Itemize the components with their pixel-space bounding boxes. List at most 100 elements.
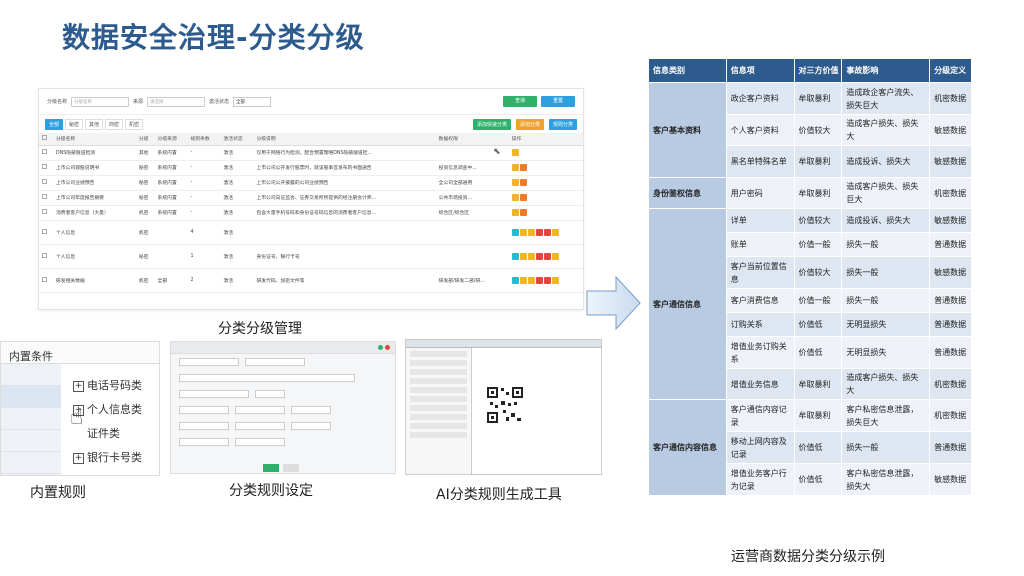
row-checkbox[interactable] <box>42 179 47 184</box>
delete-icon[interactable] <box>535 228 543 236</box>
level-cell: 机密数据 <box>929 399 972 432</box>
row-checkbox[interactable] <box>39 160 53 176</box>
confirm-button[interactable] <box>263 464 279 472</box>
delete-icon[interactable] <box>535 252 543 260</box>
table-row[interactable]: 个人信息 秘密 1 激活 身份证号、银行卡号 <box>39 244 583 269</box>
ops-cell[interactable] <box>508 190 583 206</box>
rule-class-button[interactable]: 规则分类 <box>548 118 577 130</box>
column-header[interactable]: 分级说明 <box>253 133 436 146</box>
row-checkbox[interactable] <box>42 228 47 234</box>
edit-icon[interactable] <box>511 164 519 171</box>
table-row[interactable]: DNS隐蔽隧道检测 其他 系统内置 - 激活 仅用于网络行为检测，配合预置策略DNS隐蔽隧… <box>39 145 583 161</box>
row-checkbox[interactable] <box>39 145 53 161</box>
row-checkbox[interactable] <box>42 252 47 258</box>
row-checkbox[interactable] <box>39 220 53 245</box>
row-checkbox[interactable] <box>42 164 47 169</box>
column-header[interactable]: 激活状态 <box>220 133 254 146</box>
status-select[interactable]: 全部 <box>233 96 272 107</box>
delete-icon[interactable] <box>543 252 551 260</box>
edit-icon[interactable] <box>551 276 559 284</box>
level-name-input[interactable]: 分级名称 <box>71 96 130 107</box>
view-icon[interactable] <box>511 252 519 260</box>
cancel-button[interactable] <box>283 464 299 472</box>
table-row[interactable]: 上市公司年度报告摘要 秘密 系统内置 - 激活 上市公司向证监会、证券交易所所提供的经注册… <box>39 190 583 206</box>
select-all-checkbox[interactable] <box>42 135 47 141</box>
edit-icon[interactable] <box>527 252 535 260</box>
edit-icon[interactable] <box>511 194 519 201</box>
caption-table: 运营商数据分类分级示例 <box>731 549 885 565</box>
ops-cell[interactable] <box>508 145 583 161</box>
table-row[interactable]: 消费者客户信息（大量） 机密 系统内置 - 激活 包含大量手机号码和身份证号码信息的消费者… <box>39 205 583 221</box>
ai-rule-tool-screenshot <box>405 339 602 475</box>
table-row: 客户基本资料 政企客户资料 牟取暴利 造成政企客户流失、损失巨大 机密数据 <box>648 82 972 178</box>
view-icon[interactable] <box>511 276 519 284</box>
info-item-cell: 增值业务客户行为记录 <box>725 463 795 496</box>
table-row[interactable]: 研发相关数据 机密 全部 2 激活 研发代码、加密文件等 研发部/研发二部/研... <box>39 268 583 293</box>
status-cell: 激活 <box>220 268 254 293</box>
lock-icon[interactable] <box>519 194 527 201</box>
lock-icon[interactable] <box>519 209 527 216</box>
expand-icon[interactable]: + <box>73 452 84 464</box>
edit-icon[interactable] <box>511 149 519 156</box>
ops-cell[interactable] <box>508 220 583 245</box>
column-header[interactable]: 数据权限 <box>435 133 509 146</box>
reset-button[interactable]: 重置 <box>541 96 575 107</box>
ops-cell[interactable] <box>508 175 583 191</box>
tab-confidential[interactable]: 机密 <box>125 118 144 130</box>
table-row[interactable]: 上市公司观股说明书 秘密 系统内置 - 激活 上市公司公开发行股票时，就该股事宜发布的书面… <box>39 160 583 176</box>
query-button[interactable]: 查询 <box>503 96 537 107</box>
delete-icon[interactable] <box>543 228 551 236</box>
edit-icon[interactable] <box>519 228 527 236</box>
tree-item[interactable]: + 电话号码类 <box>73 374 142 398</box>
value-cell: 价值较大 <box>793 256 843 289</box>
edit-icon[interactable] <box>519 276 527 284</box>
source-select[interactable]: 请选择 <box>147 96 206 107</box>
table-row[interactable]: 个人信息 机密 4 激活 <box>39 220 583 245</box>
rule-count-cell: - <box>187 175 221 191</box>
row-checkbox[interactable] <box>39 244 53 269</box>
edit-icon[interactable] <box>519 252 527 260</box>
row-checkbox[interactable] <box>39 190 53 206</box>
row-checkbox[interactable] <box>39 205 53 221</box>
tab-all[interactable]: 全部 <box>45 118 64 130</box>
add-quick-class-button[interactable]: 添加快速分类 <box>472 118 511 130</box>
tab-commercial[interactable]: 商密 <box>105 118 124 130</box>
lock-icon[interactable] <box>519 179 527 186</box>
expand-icon[interactable]: + <box>73 380 84 392</box>
ops-cell[interactable] <box>508 160 583 176</box>
ops-cell[interactable] <box>508 268 583 293</box>
row-checkbox[interactable] <box>42 209 47 214</box>
column-header[interactable]: 分级名称 <box>53 133 136 146</box>
delete-icon[interactable] <box>535 276 543 284</box>
row-checkbox[interactable] <box>42 276 47 282</box>
column-header[interactable]: 分级来源 <box>154 133 188 146</box>
impact-cell: 造成客户损失、损失巨大 <box>841 177 931 209</box>
ops-cell[interactable] <box>508 244 583 269</box>
row-checkbox[interactable] <box>39 175 53 191</box>
edit-icon[interactable] <box>527 276 535 284</box>
impact-cell: 损失一般 <box>841 232 931 257</box>
delete-icon[interactable] <box>543 276 551 284</box>
row-checkbox[interactable] <box>42 149 47 154</box>
view-icon[interactable] <box>511 228 519 236</box>
column-header[interactable]: 分级 <box>135 133 155 146</box>
edit-icon[interactable] <box>551 252 559 260</box>
edit-icon[interactable] <box>511 179 519 186</box>
row-checkbox[interactable] <box>42 194 47 199</box>
edit-icon[interactable] <box>551 228 559 236</box>
tab-secret[interactable]: 秘密 <box>65 118 84 130</box>
add-class-button[interactable]: 添加分类 <box>515 118 544 130</box>
tree-item[interactable]: + 银行卡号类 <box>73 446 142 470</box>
lock-icon[interactable] <box>519 164 527 171</box>
row-checkbox[interactable] <box>39 268 53 293</box>
description-cell: 上市公司公开发行股票时，就该股事宜发布的书面通告 <box>253 160 436 176</box>
column-header[interactable]: 操作 <box>508 133 583 146</box>
rule-count-cell: - <box>187 145 221 161</box>
ops-cell[interactable] <box>508 205 583 221</box>
level-cell: 普通数据 <box>929 232 972 257</box>
edit-icon[interactable] <box>527 228 535 236</box>
edit-icon[interactable] <box>511 209 519 216</box>
column-header[interactable]: 规则条数 <box>187 133 221 146</box>
table-row[interactable]: 上市公司业绩预告 秘密 系统内置 - 激活 上市公司公开披露的公司业绩预告 全公司全部通用 <box>39 175 583 191</box>
tab-other[interactable]: 其他 <box>85 118 104 130</box>
